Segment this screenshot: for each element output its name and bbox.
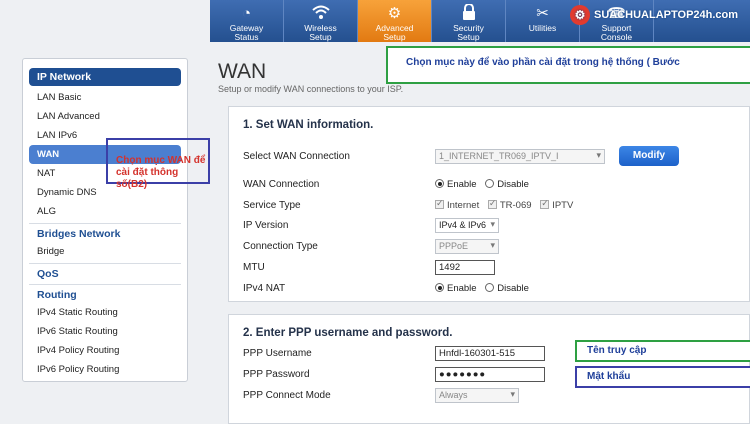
- select-wan-dropdown[interactable]: 1_INTERNET_TR069_IPTV_I: [435, 149, 605, 164]
- annotation-password: Mật khẩu: [575, 366, 750, 388]
- nat-disable-option[interactable]: Disable: [485, 283, 529, 294]
- section-heading: 1. Set WAN information.: [243, 119, 374, 131]
- sidebar-item-ipv6-static-routing[interactable]: IPv6 Static Routing: [29, 322, 181, 341]
- connection-type-dropdown[interactable]: PPPoE: [435, 239, 499, 254]
- sidebar: IP Network LAN Basic LAN Advanced LAN IP…: [22, 58, 188, 382]
- service-type-label: Service Type: [243, 200, 301, 211]
- ipv4-nat-radios: Enable Disable: [435, 283, 535, 294]
- option-label: Disable: [497, 179, 529, 190]
- ip-version-label: IP Version: [243, 220, 289, 231]
- sidebar-header-ip-network[interactable]: IP Network: [29, 68, 181, 86]
- watermark-logo: ⚙ SUACHUALAPTOP24h.com: [570, 4, 738, 26]
- wan-connection-label: WAN Connection: [243, 179, 320, 190]
- sidebar-group-qos[interactable]: QoS: [29, 263, 181, 282]
- ppp-username-input[interactable]: Hnfdl-160301-515: [435, 346, 545, 361]
- tab-label: Setup: [383, 32, 406, 42]
- wan-disable-option[interactable]: Disable: [485, 179, 529, 190]
- checkbox-iptv[interactable]: [540, 198, 550, 209]
- tab-advanced-setup[interactable]: ⚙ Advanced Setup: [358, 0, 432, 42]
- sidebar-group-bridges-network[interactable]: Bridges Network: [29, 223, 181, 242]
- option-label: IPTV: [552, 200, 574, 211]
- mtu-label: MTU: [243, 262, 265, 273]
- option-label: Enable: [447, 179, 477, 190]
- service-tr069-option[interactable]: TR-069: [487, 198, 532, 211]
- sidebar-group-routing[interactable]: Routing: [29, 284, 181, 303]
- router-admin-page: ◔ Gateway Status Wireless Setup ⚙ Advanc…: [0, 0, 750, 424]
- tab-security-setup[interactable]: Security Setup: [432, 0, 506, 42]
- service-iptv-option[interactable]: IPTV: [540, 198, 574, 211]
- mtu-input[interactable]: 1492: [435, 260, 495, 275]
- tab-utilities[interactable]: ✂ Utilities: [506, 0, 580, 42]
- sidebar-item-ipv4-static-routing[interactable]: IPv4 Static Routing: [29, 303, 181, 322]
- ppp-password-input[interactable]: ●●●●●●●: [435, 367, 545, 382]
- radio-nat-enable[interactable]: [435, 283, 444, 292]
- tab-label: Status: [234, 32, 259, 42]
- sidebar-item-alg[interactable]: ALG: [29, 202, 181, 221]
- annotation-wan: Chọn mục WAN để cài đặt thông số(B2): [106, 138, 210, 190]
- select-wan-label: Select WAN Connection: [243, 151, 350, 162]
- modify-button[interactable]: Modify: [619, 146, 679, 166]
- ppp-password-label: PPP Password: [243, 369, 310, 380]
- option-label: Disable: [497, 283, 529, 294]
- tab-label: Utilities: [528, 23, 557, 33]
- annotation-system-setup: Chọn mục này để vào phần cài đặt trong h…: [386, 46, 750, 84]
- wan-info-panel: 1. Set WAN information. Select WAN Conne…: [228, 106, 750, 302]
- section-heading: 2. Enter PPP username and password.: [243, 327, 453, 339]
- ppp-connect-mode-label: PPP Connect Mode: [243, 390, 331, 401]
- checkbox-internet[interactable]: [435, 198, 444, 209]
- sidebar-item-lan-advanced[interactable]: LAN Advanced: [29, 107, 181, 126]
- logo-icon: ⚙: [570, 5, 590, 25]
- tab-label: Setup: [457, 32, 480, 42]
- connection-type-label: Connection Type: [243, 241, 318, 252]
- option-label: TR-069: [499, 200, 532, 211]
- checkbox-tr069[interactable]: [487, 198, 497, 209]
- tab-gateway-status[interactable]: ◔ Gateway Status: [210, 0, 284, 42]
- radio-nat-disable[interactable]: [485, 283, 495, 292]
- service-internet-option[interactable]: Internet: [435, 198, 480, 211]
- annotation-text: Chọn mục WAN để: [116, 155, 206, 166]
- sidebar-item-ipv6-policy-routing[interactable]: IPv6 Policy Routing: [29, 360, 181, 379]
- tab-label: Console: [600, 32, 633, 42]
- tab-wireless-setup[interactable]: Wireless Setup: [284, 0, 358, 42]
- option-label: Enable: [447, 283, 477, 294]
- ppp-username-label: PPP Username: [243, 348, 312, 359]
- gear-icon: ⚙: [387, 5, 402, 22]
- radio-enable[interactable]: [435, 179, 444, 188]
- tab-label: Setup: [309, 32, 332, 42]
- annotation-username: Tên truy cập: [575, 340, 750, 362]
- sidebar-item-ipv4-policy-routing[interactable]: IPv4 Policy Routing: [29, 341, 181, 360]
- radio-disable[interactable]: [485, 179, 495, 188]
- annotation-text: cài đặt thông số(B2): [116, 167, 179, 190]
- lock-icon: [432, 3, 505, 24]
- wifi-icon: [284, 4, 357, 24]
- sidebar-item-lan-basic[interactable]: LAN Basic: [29, 88, 181, 107]
- nat-enable-option[interactable]: Enable: [435, 283, 477, 294]
- ipv4-nat-label: IPv4 NAT: [243, 283, 286, 294]
- option-label: Internet: [447, 200, 480, 211]
- page-title: WAN: [218, 60, 267, 83]
- sidebar-item-bridge[interactable]: Bridge: [29, 242, 181, 261]
- logo-text: SUACHUALAPTOP24h.com: [594, 9, 739, 21]
- page-subtitle: Setup or modify WAN connections to your …: [218, 84, 404, 94]
- ip-version-dropdown[interactable]: IPv4 & IPv6: [435, 218, 499, 233]
- tools-icon: ✂: [536, 5, 549, 22]
- service-type-checkboxes: Internet TR-069 IPTV: [435, 198, 579, 211]
- wan-enable-option[interactable]: Enable: [435, 179, 477, 190]
- ppp-connect-mode-dropdown[interactable]: Always: [435, 388, 519, 403]
- gateway-icon: ◔: [241, 5, 252, 22]
- wan-connection-radios: Enable Disable: [435, 179, 535, 190]
